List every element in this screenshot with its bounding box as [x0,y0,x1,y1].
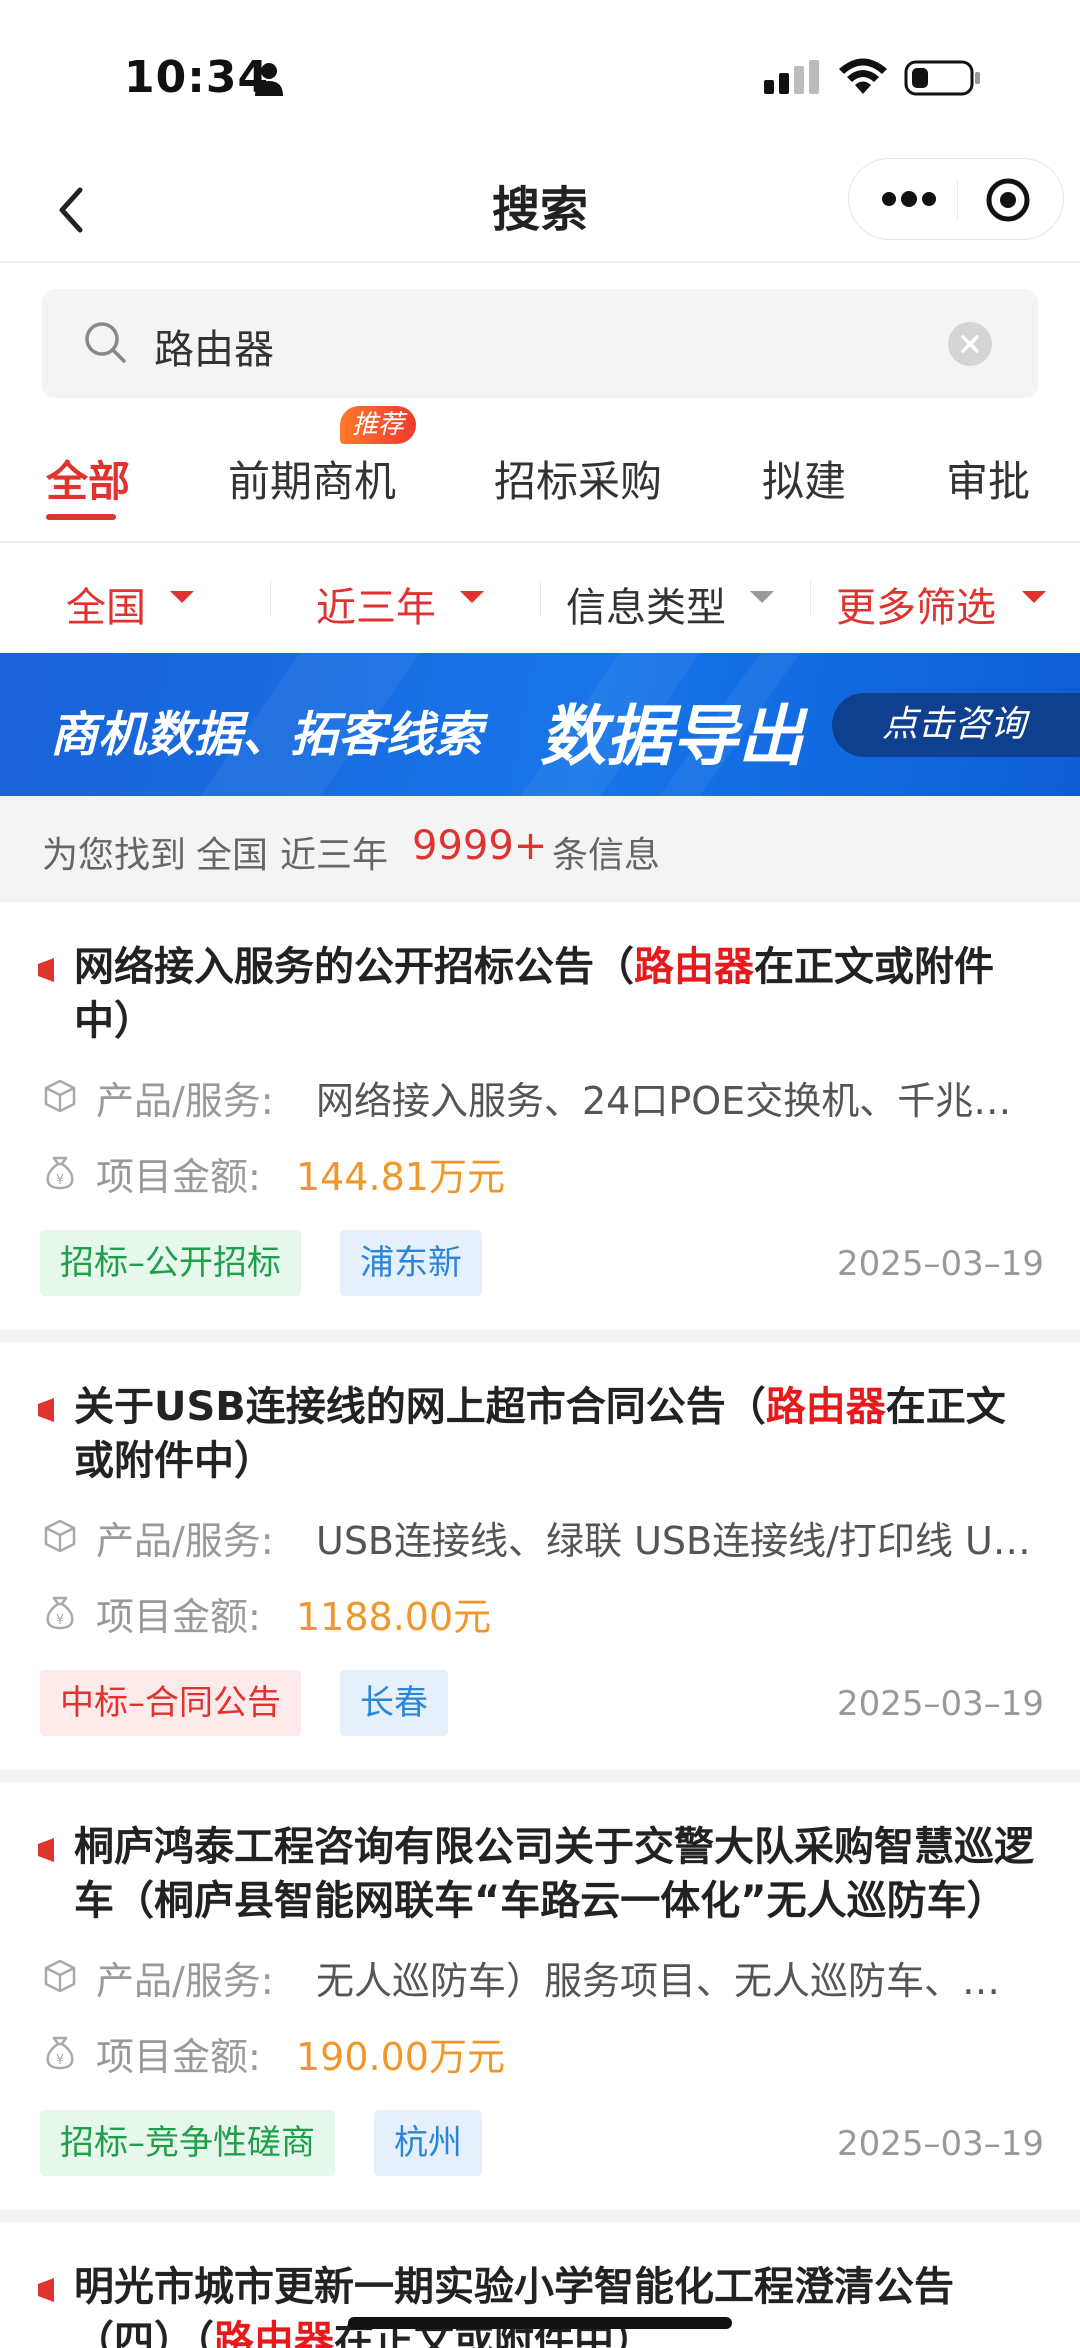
product-value: 无人巡防车）服务项目、无人巡防车、路由器 [316,1959,1036,2003]
product-label: 产品/服务: [96,1079,274,1123]
keyword-highlight: 路由器 [765,1384,886,1430]
product-value: 网络接入服务、24口POE交换机、千兆光模块、路由器 [316,1079,1016,1123]
result-summary: 为您找到 全国 近三年 9999+ 条信息 [0,796,1080,901]
result-title[interactable]: 明光市城市更新一期实验小学智能化工程澄清公告（四）（路由器在正文或附件中） [74,2260,1034,2348]
filter-divider [540,581,541,617]
info-type-caret-icon [750,591,774,603]
result-card[interactable]: 桐庐鸿泰工程咨询有限公司关于交警大队采购智慧巡逻车（桐庐县智能网联车“车路云一体… [0,1782,1080,2210]
region-caret-icon [170,591,194,603]
navigation-bar: 搜索 [0,150,1080,262]
tab-proposed[interactable]: 拟建 [762,448,846,509]
home-indicator[interactable] [348,2317,732,2329]
money-bag-icon: ¥ [46,2036,74,2070]
clear-search-icon[interactable] [948,322,992,366]
publish-date: 2025–03–19 [836,1244,1044,1284]
status-time: 10:34 [124,52,270,103]
svg-text:¥: ¥ [56,2053,64,2068]
capsule-divider [957,181,958,219]
result-title[interactable]: 网络接入服务的公开招标公告（路由器在正文或附件中） [74,940,1034,1048]
data-export-banner[interactable]: 商机数据、拓客线索 数据导出 点击咨询 [0,653,1080,796]
filter-period[interactable]: 近三年 [316,575,436,633]
region-tag: 长春 [340,1670,448,1736]
search-icon [85,322,126,363]
battery-icon [904,60,980,96]
keyword-highlight: 路由器 [634,944,754,990]
filter-more[interactable]: 更多筛选 [836,575,996,633]
cellular-signal-icon [764,60,819,94]
tender-type-tag: 招标–公开招标 [40,1230,301,1296]
amount-label: 项目金额: [96,1155,261,1199]
product-box-icon [44,1079,76,1113]
svg-text:¥: ¥ [56,1173,64,1188]
region-tag: 杭州 [374,2110,482,2176]
amount-value: 190.00万元 [296,2035,505,2079]
active-tab-underline [46,514,116,520]
tab-tender-procurement[interactable]: 招标采购 [494,448,662,509]
banner-highlight: 数据导出 [540,698,804,775]
wifi-icon [839,58,887,94]
region-tag: 浦东新 [340,1230,482,1296]
summary-period: 近三年 [280,835,389,876]
result-card[interactable]: 关于USB连接线的网上超市合同公告（路由器在正文或附件中） 产品/服务: USB… [0,1342,1080,1770]
search-area: 路由器 [0,263,1080,399]
filter-divider [270,581,271,617]
amount-label: 项目金额: [96,1595,261,1639]
period-caret-icon [460,591,484,603]
card-marker [38,1838,54,1862]
amount-value: 144.81万元 [296,1155,505,1199]
mini-program-capsule [848,158,1064,240]
summary-region: 全国 [196,835,269,876]
tab-all[interactable]: 全部 [46,448,130,509]
card-marker [38,1398,54,1422]
summary-count: 9999+ [412,823,548,869]
product-label: 产品/服务: [96,1519,274,1563]
tab-early-opportunities[interactable]: 前期商机 [228,448,396,509]
result-title[interactable]: 桐庐鸿泰工程咨询有限公司关于交警大队采购智慧巡逻车（桐庐县智能网联车“车路云一体… [74,1820,1034,1928]
filter-bar: 全国 近三年 信息类型 更多筛选 [0,543,1080,653]
card-marker [38,2278,54,2302]
summary-suffix: 条信息 [552,835,661,876]
recommend-badge: 推荐 [340,406,417,444]
banner-headline: 商机数据、拓客线索 [50,707,483,763]
filter-region[interactable]: 全国 [66,575,146,633]
result-card[interactable]: 明光市城市更新一期实验小学智能化工程澄清公告（四）（路由器在正文或附件中） [0,2222,1080,2348]
product-box-icon [44,1959,76,1993]
result-card[interactable]: 网络接入服务的公开招标公告（路由器在正文或附件中） 产品/服务: 网络接入服务、… [0,902,1080,1330]
amount-label: 项目金额: [96,2035,261,2079]
publish-date: 2025–03–19 [836,2124,1044,2164]
status-bar: 10:34 [0,0,1080,150]
money-bag-icon: ¥ [46,1596,74,1630]
search-query-text[interactable]: 路由器 [154,317,274,375]
svg-text:¥: ¥ [56,1613,64,1628]
consult-button[interactable]: 点击咨询 [832,693,1080,757]
more-dots-icon[interactable] [879,189,939,209]
money-bag-icon: ¥ [46,1156,74,1190]
amount-value: 1188.00元 [296,1595,492,1639]
category-tabs: 全部 前期商机 推荐 招标采购 拟建 审批 [0,398,1080,542]
product-value: USB连接线、绿联 USB连接线/打印线 US135 [316,1519,1036,1563]
product-box-icon [44,1519,76,1553]
keyword-highlight: 路由器 [214,2318,334,2348]
filter-info-type[interactable]: 信息类型 [566,575,726,633]
product-label: 产品/服务: [96,1959,274,2003]
tender-type-tag: 招标–竞争性磋商 [40,2110,335,2176]
filter-divider [810,581,811,617]
close-mini-program-icon[interactable] [985,177,1031,223]
tender-type-tag: 中标–合同公告 [40,1670,301,1736]
search-input[interactable]: 路由器 [42,289,1038,399]
publish-date: 2025–03–19 [836,1684,1044,1724]
person-icon [255,63,283,96]
tab-approval[interactable]: 审批 [946,448,1030,509]
result-title[interactable]: 关于USB连接线的网上超市合同公告（路由器在正文或附件中） [74,1380,1034,1488]
card-marker [38,958,54,982]
summary-prefix: 为您找到 [42,835,187,876]
more-filter-caret-icon [1022,591,1046,603]
